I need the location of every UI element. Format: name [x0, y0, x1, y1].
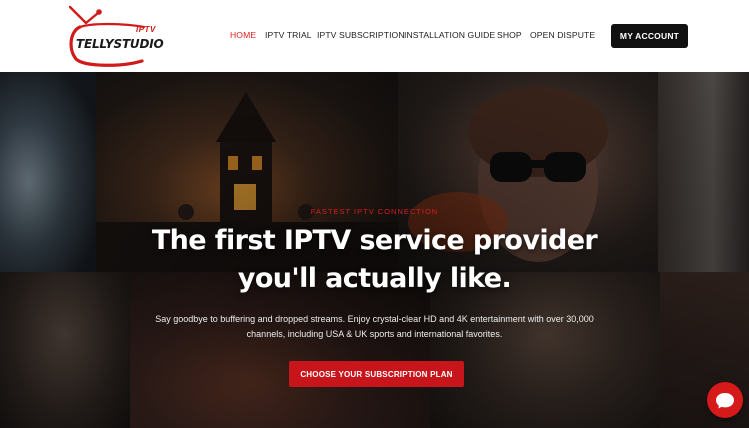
hero-headline: The first IPTV service provider you'll a…: [0, 222, 749, 298]
hero-description: Say goodbye to buffering and dropped str…: [0, 312, 749, 342]
nav-item-shop[interactable]: SHOP: [497, 30, 522, 40]
nav-item-iptv-subscription[interactable]: IPTV SUBSCRIPTION: [317, 30, 405, 40]
hero-content: FASTEST IPTV CONNECTION The first IPTV s…: [0, 72, 749, 428]
choose-plan-button[interactable]: CHOOSE YOUR SUBSCRIPTION PLAN: [289, 361, 464, 387]
nav-item-home[interactable]: HOME: [230, 30, 256, 40]
nav-item-installation-guide[interactable]: INSTALLATION GUIDE: [404, 30, 495, 40]
brand-name: TELLYSTUDIO: [76, 37, 164, 51]
my-account-button[interactable]: MY ACCOUNT: [611, 24, 688, 48]
chat-bubble-icon: [716, 393, 734, 409]
nav-item-open-dispute[interactable]: OPEN DISPUTE: [530, 30, 595, 40]
hero-headline-line-1: The first IPTV service provider: [151, 225, 598, 256]
hero-description-line-2: channels, including USA & UK sports and …: [246, 329, 503, 339]
nav-item-iptv-trial[interactable]: IPTV TRIAL: [265, 30, 312, 40]
chat-widget-button[interactable]: [707, 382, 743, 418]
hero-eyebrow: FASTEST IPTV CONNECTION: [310, 207, 439, 216]
hero-description-line-1: Say goodbye to buffering and dropped str…: [155, 314, 594, 324]
tv-antenna-icon: [68, 5, 146, 67]
hero-section: FASTEST IPTV CONNECTION The first IPTV s…: [0, 72, 749, 428]
site-header: IPTV TELLYSTUDIO HOME IPTV TRIAL IPTV SU…: [0, 0, 749, 72]
brand-logo[interactable]: IPTV TELLYSTUDIO: [62, 3, 164, 69]
hero-headline-line-2: you'll actually like.: [237, 263, 512, 294]
brand-sub: IPTV: [136, 25, 156, 34]
